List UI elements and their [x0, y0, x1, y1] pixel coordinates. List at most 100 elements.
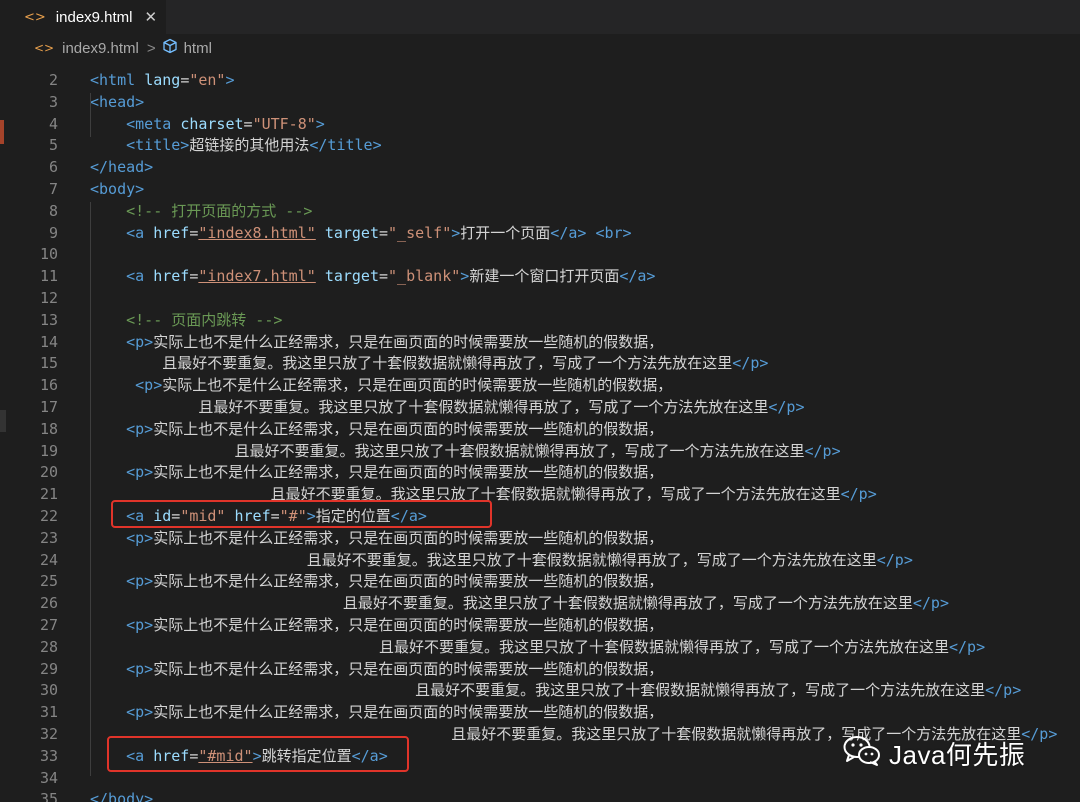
code-line[interactable]: 7 <body> [0, 178, 1080, 200]
line-number: 11 [39, 267, 58, 286]
highlight-box-anchor [111, 500, 492, 528]
close-icon[interactable]: ✕ [145, 8, 158, 26]
line-number: 29 [39, 659, 58, 678]
code-editor[interactable]: 2 <html lang="en"> 3 <head> 4 <meta charset=… [0, 62, 1080, 802]
code-line[interactable]: 35 </body> [0, 788, 1080, 802]
code-line[interactable]: 27 <p>实际上也不是什么正经需求，只是在画页面的时候需要放一些随机的假数据， [0, 614, 1080, 636]
code-token: <meta [90, 114, 181, 133]
tab-label: index9.html [55, 8, 133, 26]
code-line[interactable]: 31 <p>实际上也不是什么正经需求，只是在画页面的时候需要放一些随机的假数据， [0, 701, 1080, 723]
code-token: target [324, 223, 379, 242]
code-line[interactable]: 28 且最好不要重复。我这里只放了十套假数据就懒得再放了，写成了一个方法先放在这… [0, 636, 1080, 658]
code-line[interactable]: 3 <head> [0, 91, 1080, 113]
code-token: <head> [90, 92, 145, 111]
code-text: <html lang="en"> [90, 69, 235, 91]
code-text: <title>超链接的其他用法</title> [90, 134, 382, 156]
code-line[interactable]: 8 <!-- 打开页面的方式 --> [0, 200, 1080, 222]
code-line[interactable]: 16 <p>实际上也不是什么正经需求，只是在画页面的时候需要放一些随机的假数据， [0, 374, 1080, 396]
line-number: 28 [39, 637, 58, 656]
code-token: <p> [90, 528, 154, 547]
code-text: <a href="index8.html" target="_self">打开一… [90, 222, 631, 244]
code-line[interactable]: 12 [0, 287, 1080, 309]
line-number: 6 [48, 158, 58, 177]
code-token: 且最好不要重复。我这里只放了十套假数据就懒得再放了，写成了一个方法先放在这里 [90, 637, 949, 656]
code-token: <p> [90, 659, 154, 678]
code-line[interactable]: 26 且最好不要重复。我这里只放了十套假数据就懒得再放了，写成了一个方法先放在这… [0, 592, 1080, 614]
breadcrumb: <> index9.html > html [0, 34, 1080, 62]
breadcrumb-file[interactable]: index9.html [62, 40, 139, 57]
code-line[interactable]: 13 <!-- 页面内跳转 --> [0, 309, 1080, 331]
code-token: = [180, 71, 190, 89]
code-token: 实际上也不是什么正经需求，只是在画页面的时候需要放一些随机的假数据， [153, 332, 664, 351]
breadcrumb-separator: > [146, 39, 156, 57]
code-token: </p> [949, 637, 986, 656]
code-token: > [460, 267, 470, 286]
code-text: <p>实际上也不是什么正经需求，只是在画页面的时候需要放一些随机的假数据， [90, 418, 663, 440]
code-line[interactable]: 20 <p>实际上也不是什么正经需求，只是在画页面的时候需要放一些随机的假数据， [0, 461, 1080, 483]
code-token: <p> [90, 376, 163, 395]
code-token: > [315, 114, 325, 133]
line-number: 14 [39, 332, 58, 351]
code-token: 实际上也不是什么正经需求，只是在画页面的时候需要放一些随机的假数据， [153, 616, 664, 634]
indent-guide [90, 202, 91, 776]
code-token: </a> [550, 223, 587, 242]
code-line[interactable]: 17 且最好不要重复。我这里只放了十套假数据就懒得再放了，写成了一个方法先放在这… [0, 396, 1080, 418]
code-line[interactable]: 24 且最好不要重复。我这里只放了十套假数据就懒得再放了，写成了一个方法先放在这… [0, 549, 1080, 571]
code-text: <body> [90, 178, 144, 200]
code-text: </head> [90, 156, 153, 178]
code-token: <html [90, 71, 145, 89]
code-text: <p>实际上也不是什么正经需求，只是在画页面的时候需要放一些随机的假数据， [90, 374, 672, 396]
code-line[interactable]: 11 <a href="index7.html" target="_blank"… [0, 265, 1080, 287]
line-number: 16 [39, 376, 58, 395]
code-line[interactable]: 15 且最好不要重复。我这里只放了十套假数据就懒得再放了，写成了一个方法先放在这… [0, 352, 1080, 374]
line-number: 8 [48, 201, 58, 220]
code-token: 且最好不要重复。我这里只放了十套假数据就懒得再放了，写成了一个方法先放在这里 [90, 441, 805, 460]
code-token: <!-- 页面内跳转 --> [90, 310, 283, 329]
code-line[interactable]: 29 <p>实际上也不是什么正经需求，只是在画页面的时候需要放一些随机的假数据， [0, 658, 1080, 680]
code-line[interactable]: 23 <p>实际上也不是什么正经需求，只是在画页面的时候需要放一些随机的假数据， [0, 527, 1080, 549]
code-line[interactable]: 10 [0, 243, 1080, 265]
code-token: charset [180, 114, 244, 133]
code-line[interactable]: 19 且最好不要重复。我这里只放了十套假数据就懒得再放了，写成了一个方法先放在这… [0, 440, 1080, 462]
line-number: 22 [39, 507, 58, 525]
code-token: 超链接的其他用法 [189, 136, 310, 155]
code-token: 新建一个窗口打开页面 [469, 267, 620, 286]
code-token: href [153, 223, 190, 242]
code-line[interactable]: 25 <p>实际上也不是什么正经需求，只是在画页面的时候需要放一些随机的假数据， [0, 570, 1080, 592]
code-line[interactable]: 18 <p>实际上也不是什么正经需求，只是在画页面的时候需要放一些随机的假数据， [0, 418, 1080, 440]
code-token: = [379, 223, 389, 242]
line-number: 30 [39, 681, 58, 700]
code-line[interactable]: 6 </head> [0, 156, 1080, 178]
line-number: 15 [39, 354, 58, 373]
cube-icon [162, 38, 178, 58]
code-text: 且最好不要重复。我这里只放了十套假数据就懒得再放了，写成了一个方法先放在这里</… [90, 679, 1021, 701]
breadcrumb-element[interactable]: html [184, 40, 212, 57]
code-line[interactable]: 30 且最好不要重复。我这里只放了十套假数据就懒得再放了，写成了一个方法先放在这… [0, 679, 1080, 701]
wechat-icon [843, 735, 881, 771]
code-text: <head> [90, 91, 144, 113]
code-token: <p> [90, 703, 154, 722]
line-number: 12 [39, 289, 58, 307]
line-number: 19 [39, 441, 58, 460]
line-number: 7 [48, 180, 58, 198]
line-number: 5 [48, 136, 58, 155]
line-number: 17 [39, 398, 58, 416]
line-number: 4 [48, 114, 58, 133]
code-line[interactable]: 5 <title>超链接的其他用法</title> [0, 134, 1080, 156]
html-file-icon: <> [24, 9, 46, 25]
code-line[interactable]: 9 <a href="index8.html" target="_self">打… [0, 222, 1080, 244]
code-token: 实际上也不是什么正经需求，只是在画页面的时候需要放一些随机的假数据， [153, 419, 664, 438]
code-token: <body> [90, 180, 145, 198]
code-text: <meta charset="UTF-8"> [90, 113, 325, 135]
code-line[interactable]: 2 <html lang="en"> [0, 69, 1080, 91]
code-text: <p>实际上也不是什么正经需求，只是在画页面的时候需要放一些随机的假数据， [90, 331, 663, 353]
code-token: = [243, 114, 253, 133]
line-number: 34 [39, 768, 58, 787]
tab-index9-html[interactable]: <> index9.html ✕ [0, 0, 166, 34]
code-token: </title> [309, 136, 382, 155]
line-number: 23 [39, 528, 58, 547]
code-line[interactable]: 14 <p>实际上也不是什么正经需求，只是在画页面的时候需要放一些随机的假数据， [0, 331, 1080, 353]
code-token: </head> [90, 158, 154, 177]
code-line[interactable]: 4 <meta charset="UTF-8"> [0, 113, 1080, 135]
